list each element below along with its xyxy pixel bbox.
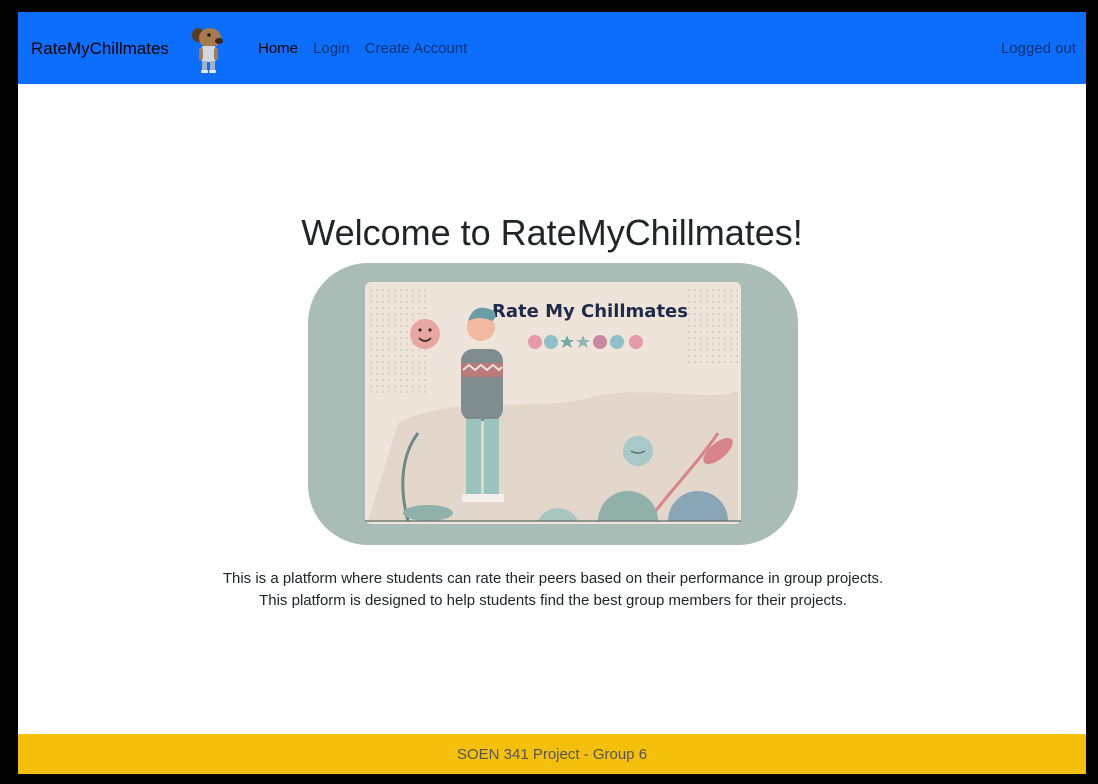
app-window: RateMyChillmates Home Login Create Accou… [18,12,1086,774]
login-status: Logged out [1000,40,1076,57]
nav-links: Home Login Create Account [258,40,467,57]
brand-link[interactable]: RateMyChillmates [31,39,169,59]
footer-text: SOEN 341 Project - Group 6 [456,745,648,763]
dog-mascot-icon [192,28,223,73]
footer: SOEN 341 Project - Group 6 [18,734,1086,774]
nav-home-link[interactable]: Home [258,40,298,57]
page-title: Welcome to RateMyChillmates! [301,212,803,253]
illustration-title: Rate My Chillmates [492,301,688,322]
nav-create-account-link[interactable]: Create Account [365,40,468,57]
hero-illustration: Rate My Chillmates [308,263,798,545]
smiley-face-icon [410,319,440,349]
platform-description: This is a platform where students can ra… [222,570,884,609]
nav-login-link[interactable]: Login [313,40,350,57]
navbar: RateMyChillmates Home Login Create Accou… [18,12,1086,84]
neutral-face-icon [623,436,653,466]
